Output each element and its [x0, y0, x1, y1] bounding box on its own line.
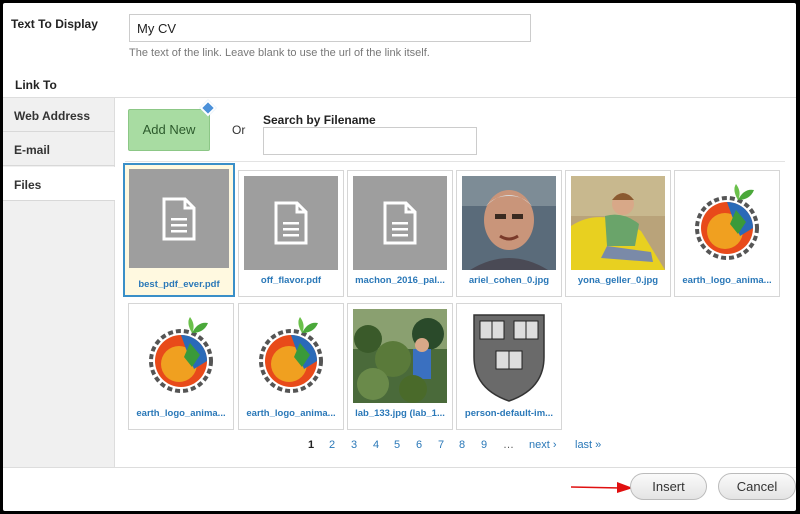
forest-photo-thumbnail: [353, 309, 447, 403]
last-page-link[interactable]: last »: [575, 439, 601, 451]
page-7[interactable]: 7: [438, 439, 444, 451]
document-icon: [274, 201, 308, 245]
divider: [125, 161, 785, 162]
file-item[interactable]: lab_133.jpg (lab_1...: [347, 303, 453, 430]
earth-logo-thumbnail: [134, 309, 228, 403]
file-name: earth_logo_anima...: [682, 275, 772, 286]
page-2[interactable]: 2: [329, 439, 335, 451]
pager-ellipsis: …: [503, 439, 514, 451]
earth-logo-thumbnail: [244, 309, 338, 403]
page-4[interactable]: 4: [373, 439, 379, 451]
text-to-display-input[interactable]: [129, 14, 531, 42]
insert-button[interactable]: Insert: [630, 473, 707, 500]
page-9[interactable]: 9: [481, 439, 487, 451]
file-item[interactable]: earth_logo_anima...: [674, 170, 780, 297]
file-name: lab_133.jpg (lab_1...: [355, 408, 445, 419]
search-filename-input[interactable]: [263, 127, 477, 155]
file-item[interactable]: off_flavor.pdf: [238, 170, 344, 297]
shield-logo-thumbnail: [462, 309, 556, 403]
file-item[interactable]: person-default-im...: [456, 303, 562, 430]
insert-link-dialog: Text To Display The text of the link. Le…: [3, 3, 796, 511]
page-1: 1: [308, 439, 315, 451]
file-item[interactable]: machon_2016_pal...: [347, 170, 453, 297]
file-name: yona_geller_0.jpg: [577, 275, 659, 286]
document-thumbnail: [244, 176, 338, 270]
page-6[interactable]: 6: [416, 439, 422, 451]
file-item[interactable]: best_pdf_ever.pdf: [123, 163, 235, 297]
search-filename-label: Search by Filename: [263, 113, 376, 127]
earth-logo-thumbnail: [680, 176, 774, 270]
document-thumbnail: [353, 176, 447, 270]
add-new-button[interactable]: Add New: [128, 109, 210, 151]
tab-web-address[interactable]: Web Address: [3, 98, 115, 132]
file-name: earth_logo_anima...: [246, 408, 336, 419]
file-item[interactable]: earth_logo_anima...: [128, 303, 234, 430]
file-name: ariel_cohen_0.jpg: [468, 275, 550, 286]
text-to-display-help: The text of the link. Leave blank to use…: [129, 47, 430, 59]
tab-email[interactable]: E-mail: [3, 132, 115, 166]
or-label: Or: [232, 123, 246, 137]
person-photo-thumbnail: [571, 176, 665, 270]
file-name: person-default-im...: [464, 408, 554, 419]
file-name: off_flavor.pdf: [260, 275, 322, 286]
page-8[interactable]: 8: [459, 439, 465, 451]
page-3[interactable]: 3: [351, 439, 357, 451]
file-item[interactable]: ariel_cohen_0.jpg: [456, 170, 562, 297]
document-thumbnail: [129, 169, 229, 268]
file-name: best_pdf_ever.pdf: [138, 279, 220, 290]
document-icon: [162, 197, 196, 241]
file-name: machon_2016_pal...: [355, 275, 445, 286]
cancel-button[interactable]: Cancel: [718, 473, 796, 500]
file-name: earth_logo_anima...: [136, 408, 226, 419]
file-item[interactable]: earth_logo_anima...: [238, 303, 344, 430]
tab-files[interactable]: Files: [3, 167, 116, 201]
red-arrow-annotation-icon: [571, 482, 633, 493]
portrait-photo-thumbnail: [462, 176, 556, 270]
footer-divider: [3, 467, 796, 468]
page-5[interactable]: 5: [394, 439, 400, 451]
text-to-display-label: Text To Display: [11, 17, 98, 31]
link-to-label: Link To: [15, 78, 57, 92]
document-icon: [383, 201, 417, 245]
next-page-link[interactable]: next ›: [529, 439, 557, 451]
file-item[interactable]: yona_geller_0.jpg: [565, 170, 671, 297]
